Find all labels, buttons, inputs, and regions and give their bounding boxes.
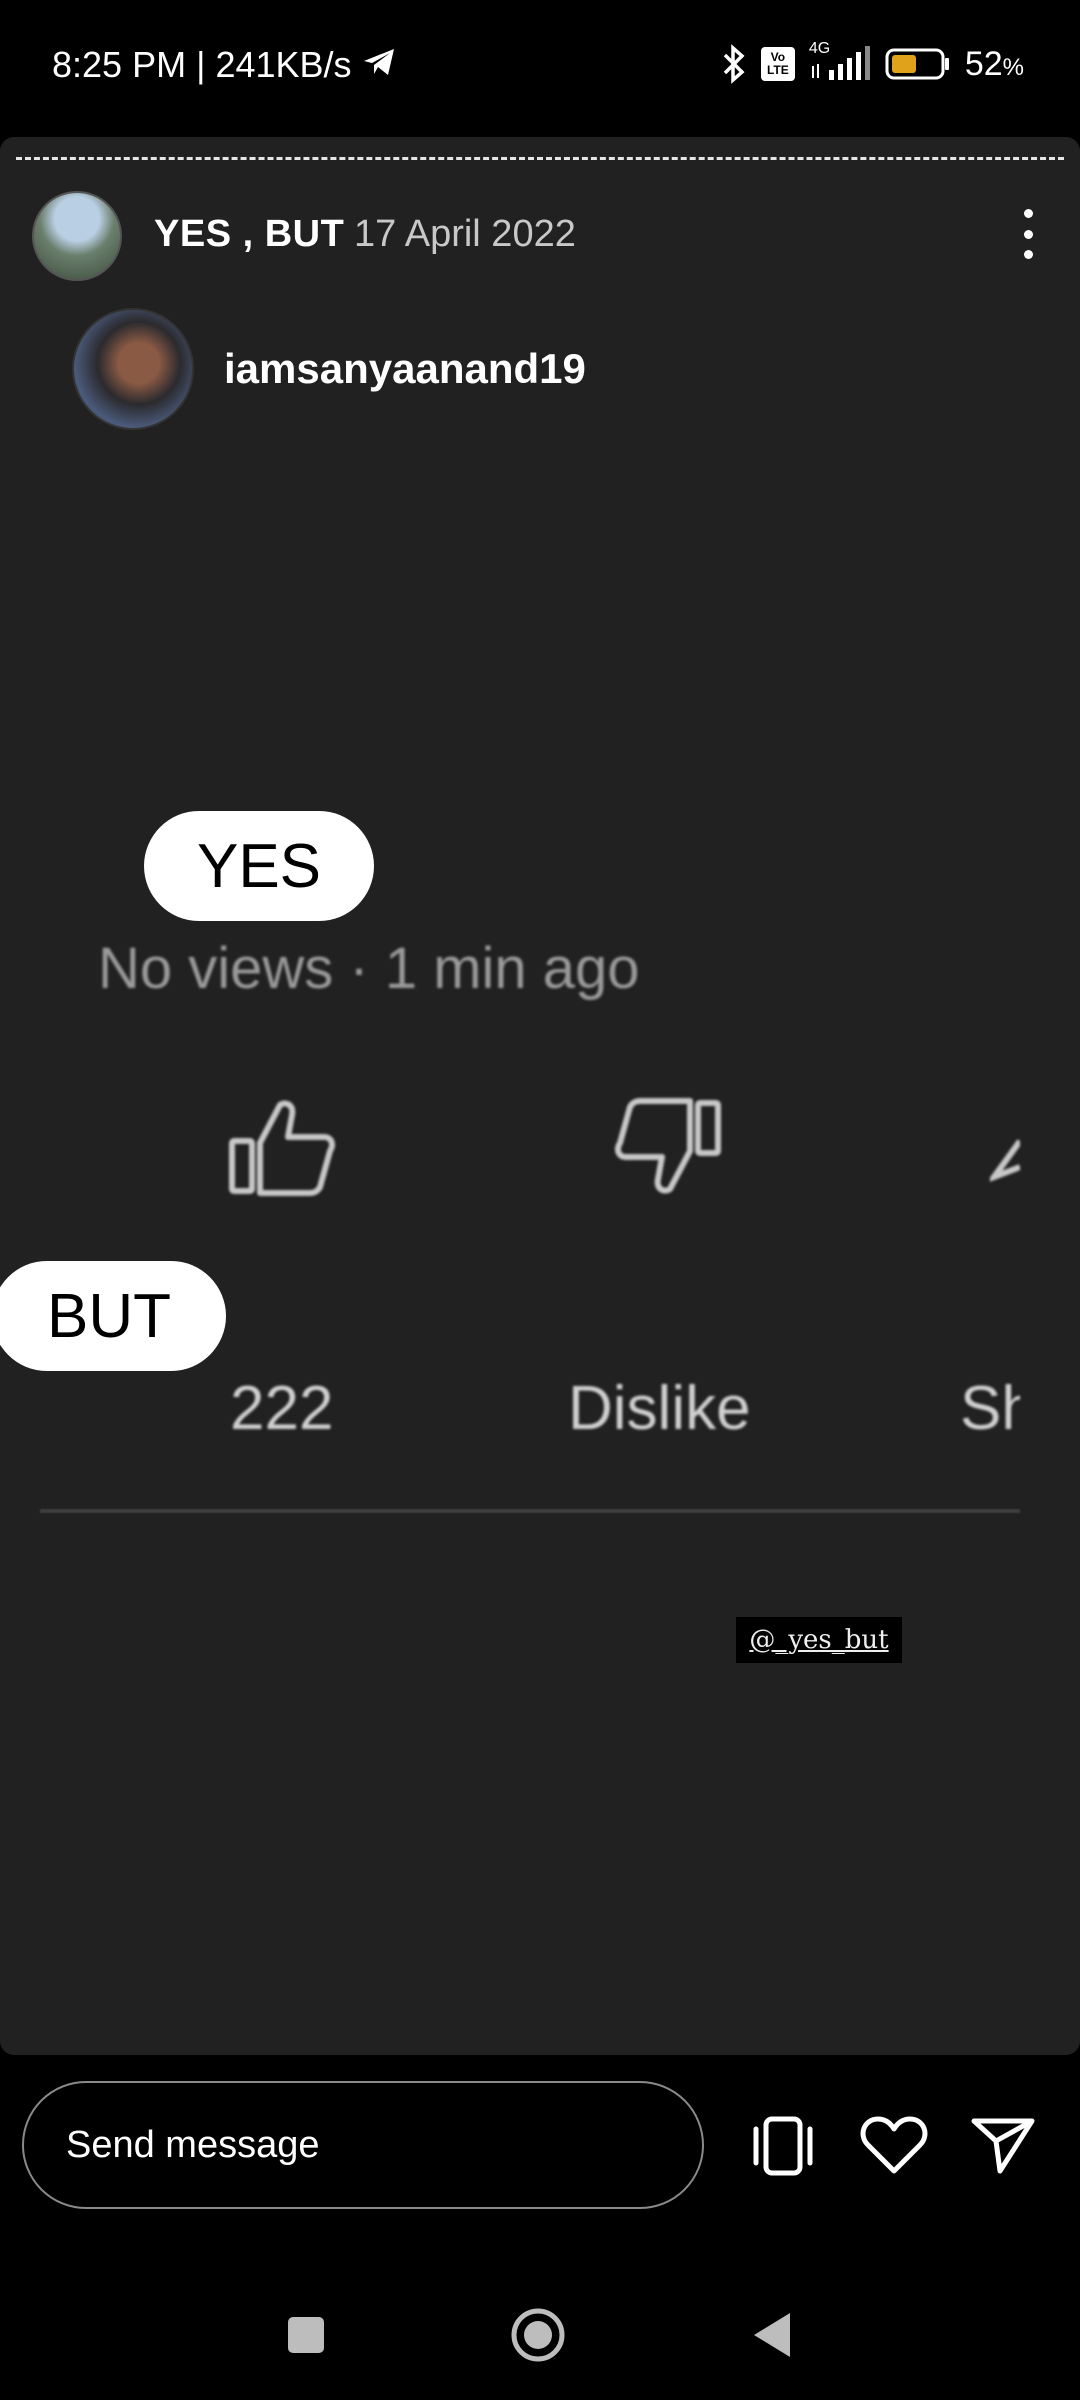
more-options-button[interactable] — [1008, 209, 1048, 259]
back-button[interactable] — [752, 2311, 792, 2364]
status-bar: 8:25 PM | 241KB/s Vo LTE 4G 52% — [0, 0, 1080, 135]
story-header: YES , BUT 17 April 2022 — [32, 189, 1048, 281]
send-icon[interactable] — [970, 2115, 1036, 2180]
thumbs-up-icon — [228, 1097, 338, 1202]
yes-label: YES — [144, 811, 374, 921]
telegram-icon — [362, 44, 396, 86]
but-label-text: BUT — [47, 1281, 171, 1351]
video-meta-text: No views · 1 min ago — [98, 936, 640, 1001]
bluetooth-icon — [721, 44, 747, 84]
account-name[interactable]: YES , BUT — [154, 213, 344, 256]
account-avatar[interactable] — [32, 191, 122, 281]
status-left: 8:25 PM | 241KB/s — [52, 44, 396, 86]
mention-username: iamsanyaanand19 — [224, 345, 586, 392]
share-icon — [985, 1137, 1023, 1192]
status-speed: 241KB/s — [215, 44, 352, 85]
story-viewer[interactable]: YES , BUT 17 April 2022 iamsanyaanand19 … — [0, 137, 1080, 2055]
reply-bar: Send message — [0, 2055, 1080, 2255]
volte-label: Vo LTE — [766, 50, 789, 77]
but-label: BUT — [0, 1261, 226, 1371]
status-time: 8:25 PM — [52, 44, 187, 85]
battery-value: 52 — [964, 44, 1003, 83]
battery-unit: % — [1002, 53, 1024, 81]
home-button[interactable] — [510, 2307, 566, 2368]
more-dot-icon — [1023, 229, 1033, 239]
volte-icon: Vo LTE — [760, 47, 795, 81]
signal-icon: 4G — [809, 40, 871, 84]
more-dot-icon — [1023, 209, 1033, 218]
story-date: 17 April 2022 — [354, 213, 576, 255]
dislike-label: Dislike — [568, 1374, 751, 1443]
heart-icon[interactable] — [860, 2115, 928, 2180]
mention-sticker[interactable]: iamsanyaanand19 — [72, 308, 586, 430]
like-count: 222 — [230, 1374, 334, 1443]
send-message-placeholder: Send message — [66, 2123, 320, 2166]
share-label: Sh — [960, 1374, 1020, 1443]
send-message-input[interactable]: Send message — [22, 2081, 704, 2209]
vibrate-icon[interactable] — [750, 2115, 816, 2182]
system-nav-bar — [0, 2255, 1080, 2400]
recents-button[interactable] — [286, 2315, 326, 2360]
watermark: @_yes_but — [736, 1617, 902, 1663]
mention-avatar — [72, 308, 194, 430]
status-separator: | — [196, 44, 206, 85]
battery-percent: 52% — [965, 45, 1024, 84]
story-progress-bar — [16, 157, 1064, 160]
yes-label-text: YES — [196, 831, 322, 901]
video-divider — [40, 1509, 1020, 1513]
more-dot-icon — [1023, 250, 1033, 259]
status-right: Vo LTE 4G 52% — [721, 40, 1024, 84]
battery-icon — [885, 48, 951, 80]
thumbs-down-icon — [614, 1097, 724, 1202]
